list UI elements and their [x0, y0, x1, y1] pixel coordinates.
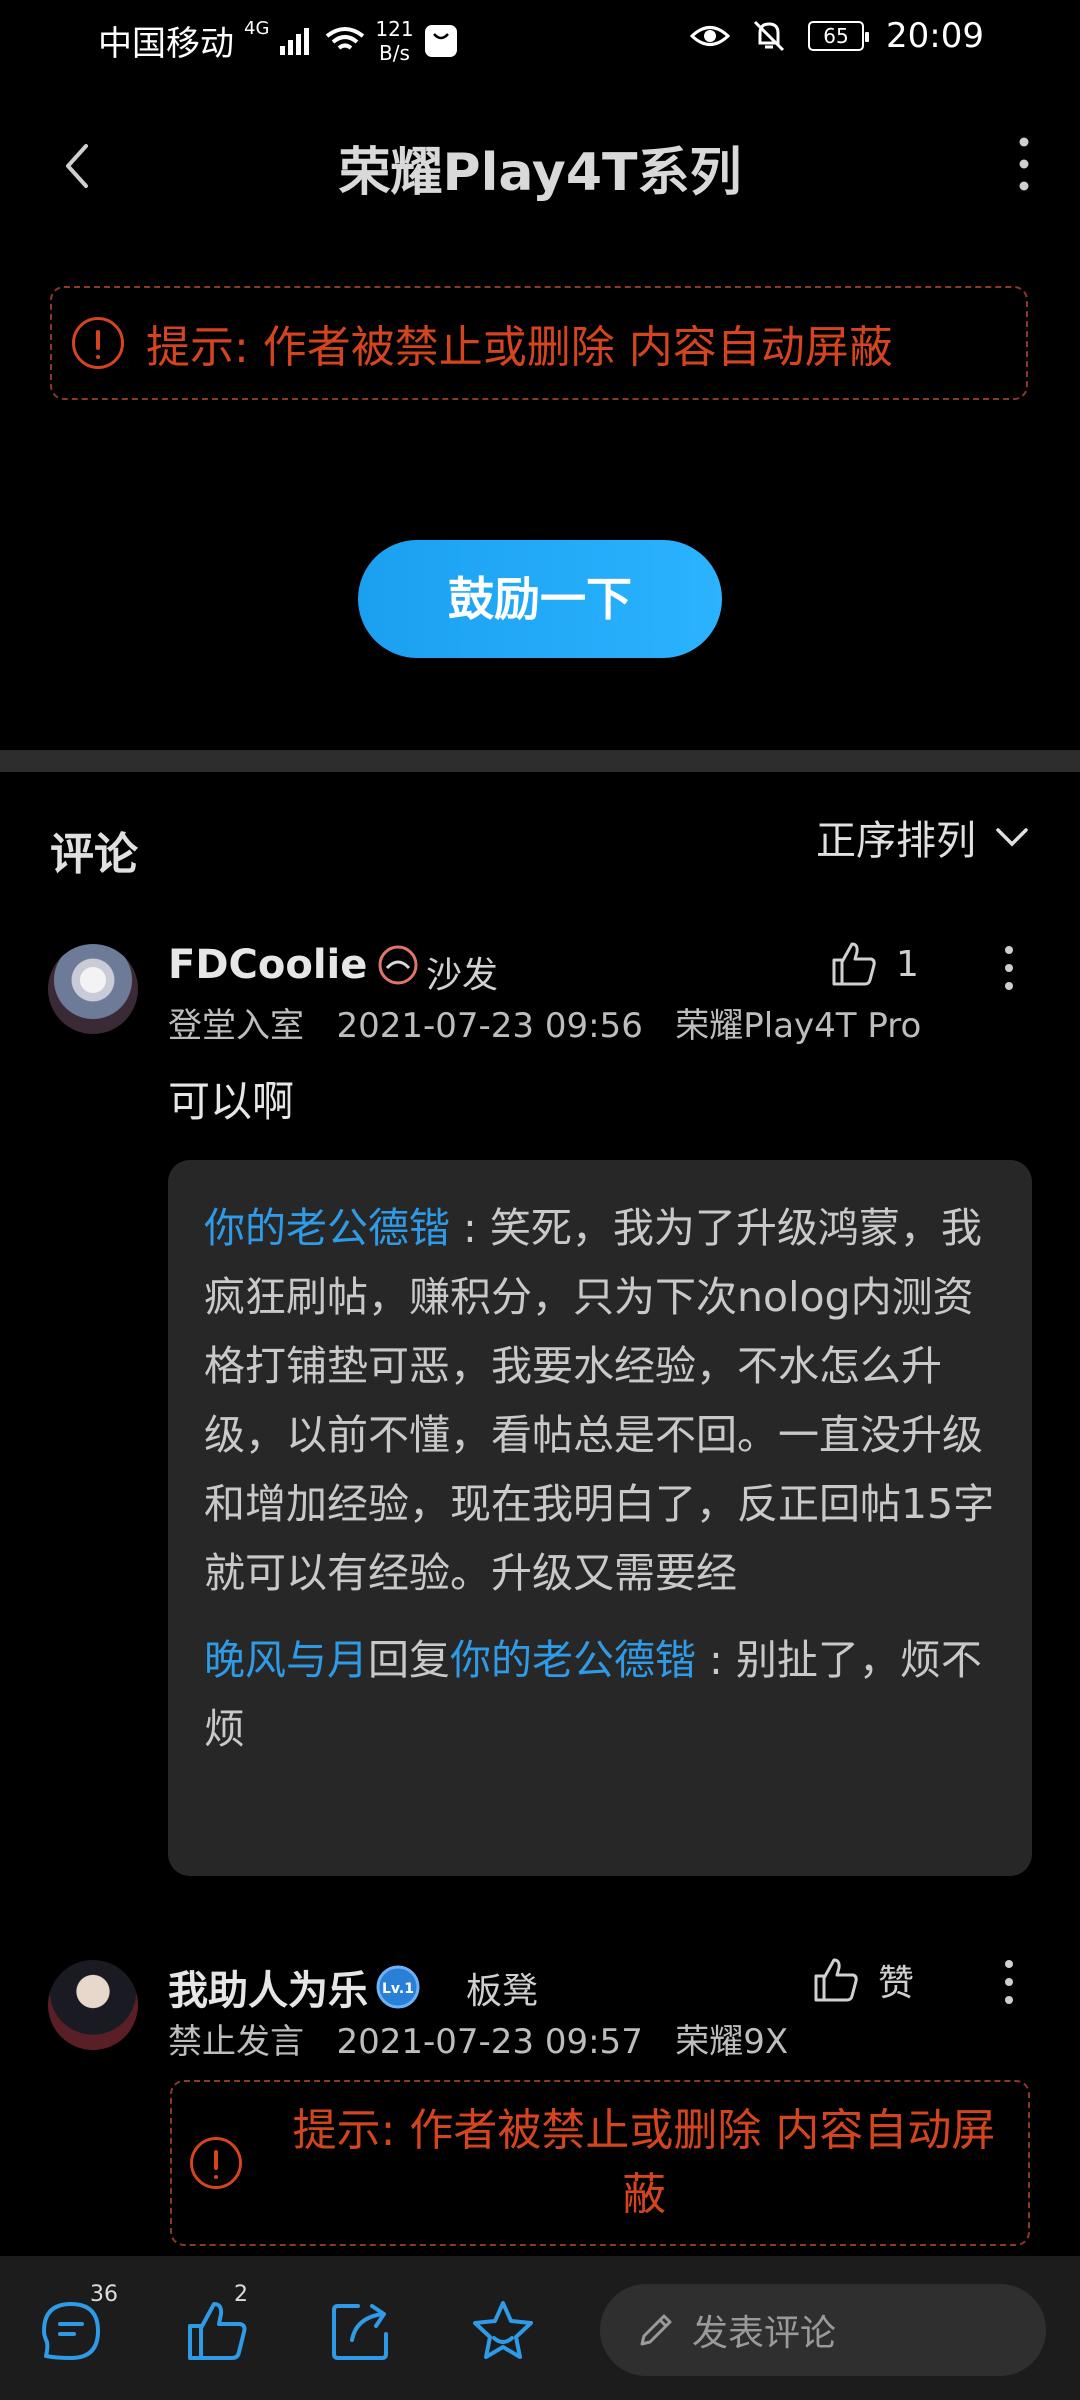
wifi-icon	[326, 26, 365, 50]
reply-thread[interactable]: 你的老公德锴 : 笑死，我为了升级鸿蒙，我疯狂刷帖，赚积分，只为下次nolog内…	[168, 1160, 1032, 1876]
user-level: 禁止发言	[168, 2022, 304, 2062]
thumbs-up-icon	[814, 1958, 858, 2002]
comments-heading: 评论	[50, 829, 138, 880]
more-options-icon[interactable]	[1004, 132, 1044, 196]
notice-text: 蔽	[622, 2169, 666, 2220]
sort-label: 正序排列	[816, 818, 976, 864]
reply-item[interactable]: 你的老公德锴 : 笑死，我为了升级鸿蒙，我疯狂刷帖，赚积分，只为下次nolog内…	[204, 1194, 996, 1608]
warning-icon	[72, 317, 124, 369]
device-name: 荣耀9X	[675, 2022, 789, 2062]
avatar[interactable]	[48, 944, 138, 1034]
like-label: 赞	[878, 1963, 915, 2004]
page-title: 荣耀Play4T系列	[338, 143, 742, 203]
post-comment-input[interactable]: 发表评论	[600, 2284, 1046, 2376]
device-name: 荣耀Play4T Pro	[675, 1006, 922, 1046]
notice-text: 提示: 作者被禁止或删除 内容自动屏蔽	[146, 322, 893, 373]
reply-author[interactable]: 晚风与月	[204, 1636, 368, 1684]
status-bar: 中国移动 4G 121 B/s 65 20:09	[0, 0, 1080, 80]
reply-target[interactable]: 你的老公德锴	[450, 1636, 696, 1684]
comment-meta: 禁止发言 2021-07-23 09:57 荣耀9X	[168, 2014, 788, 2063]
carrier-label: 中国移动	[98, 24, 234, 64]
avatar[interactable]	[48, 1960, 138, 2050]
like-button[interactable]: 1	[830, 940, 919, 988]
comment-more-icon[interactable]	[994, 1954, 1024, 2014]
floor-label: 沙发	[426, 955, 499, 996]
blocked-content-notice: 提示: 作者被禁止或删除 内容自动屏蔽	[50, 286, 1028, 400]
thumbs-up-icon	[832, 942, 876, 986]
post-datetime: 2021-07-23 09:56	[336, 1006, 643, 1046]
like-icon[interactable]	[184, 2298, 250, 2364]
share-icon[interactable]	[328, 2298, 394, 2364]
network-label: 4G	[244, 18, 270, 39]
clock: 20:09	[886, 16, 984, 56]
huawei-store-icon	[424, 24, 457, 57]
comment-meta: 登堂入室 2021-07-23 09:56 荣耀Play4T Pro	[168, 998, 921, 1047]
favorite-star-icon[interactable]	[470, 2298, 536, 2364]
input-placeholder: 发表评论	[692, 2313, 837, 2354]
post-datetime: 2021-07-23 09:57	[336, 2022, 643, 2062]
bottom-action-bar: 36 2 发表评论	[0, 2256, 1080, 2400]
signal-icon	[280, 27, 310, 55]
user-level: 登堂入室	[168, 1006, 304, 1046]
comment-icon[interactable]	[38, 2298, 104, 2364]
like-total: 2	[234, 2282, 248, 2307]
like-button[interactable]: 赞	[812, 1954, 914, 2006]
user-badge-icon	[378, 945, 418, 985]
reply-author[interactable]: 你的老公德锴	[204, 1204, 450, 1252]
comment-author[interactable]: 我助人为乐 Lv.1	[168, 1958, 422, 2016]
svg-text:Lv.1: Lv.1	[382, 1981, 414, 1997]
section-divider	[0, 750, 1080, 772]
comment-more-icon[interactable]	[994, 940, 1024, 1000]
notice-text: 提示: 作者被禁止或删除 内容自动屏	[292, 2105, 996, 2156]
comment-text: 可以啊	[168, 1077, 295, 1126]
encourage-button[interactable]: 鼓励一下	[358, 540, 722, 658]
chevron-down-icon	[996, 828, 1028, 847]
level-badge-icon: Lv.1	[376, 1965, 420, 2009]
comment-count: 36	[90, 2282, 118, 2307]
reply-item[interactable]: 晚风与月回复你的老公德锴 : 别扯了，烦不烦	[204, 1626, 996, 1764]
sort-dropdown[interactable]: 正序排列	[816, 808, 1030, 866]
pencil-icon	[640, 2314, 672, 2346]
network-speed: 121 B/s	[375, 16, 414, 65]
like-count: 1	[896, 943, 919, 985]
warning-icon	[190, 2137, 242, 2189]
floor-label: 板凳	[466, 1971, 539, 2012]
top-bar: 荣耀Play4T系列	[0, 110, 1080, 220]
comment-author[interactable]: FDCoolie	[168, 942, 423, 988]
blocked-content-notice: 提示: 作者被禁止或删除 内容自动屏 蔽	[170, 2080, 1030, 2246]
mute-bell-icon	[753, 20, 785, 52]
eye-icon	[690, 26, 731, 46]
battery-indicator: 65	[808, 21, 870, 51]
reply-text: 笑死，我为了升级鸿蒙，我疯狂刷帖，赚积分，只为下次nolog内测资格打铺垫可恶，…	[204, 1204, 995, 1597]
